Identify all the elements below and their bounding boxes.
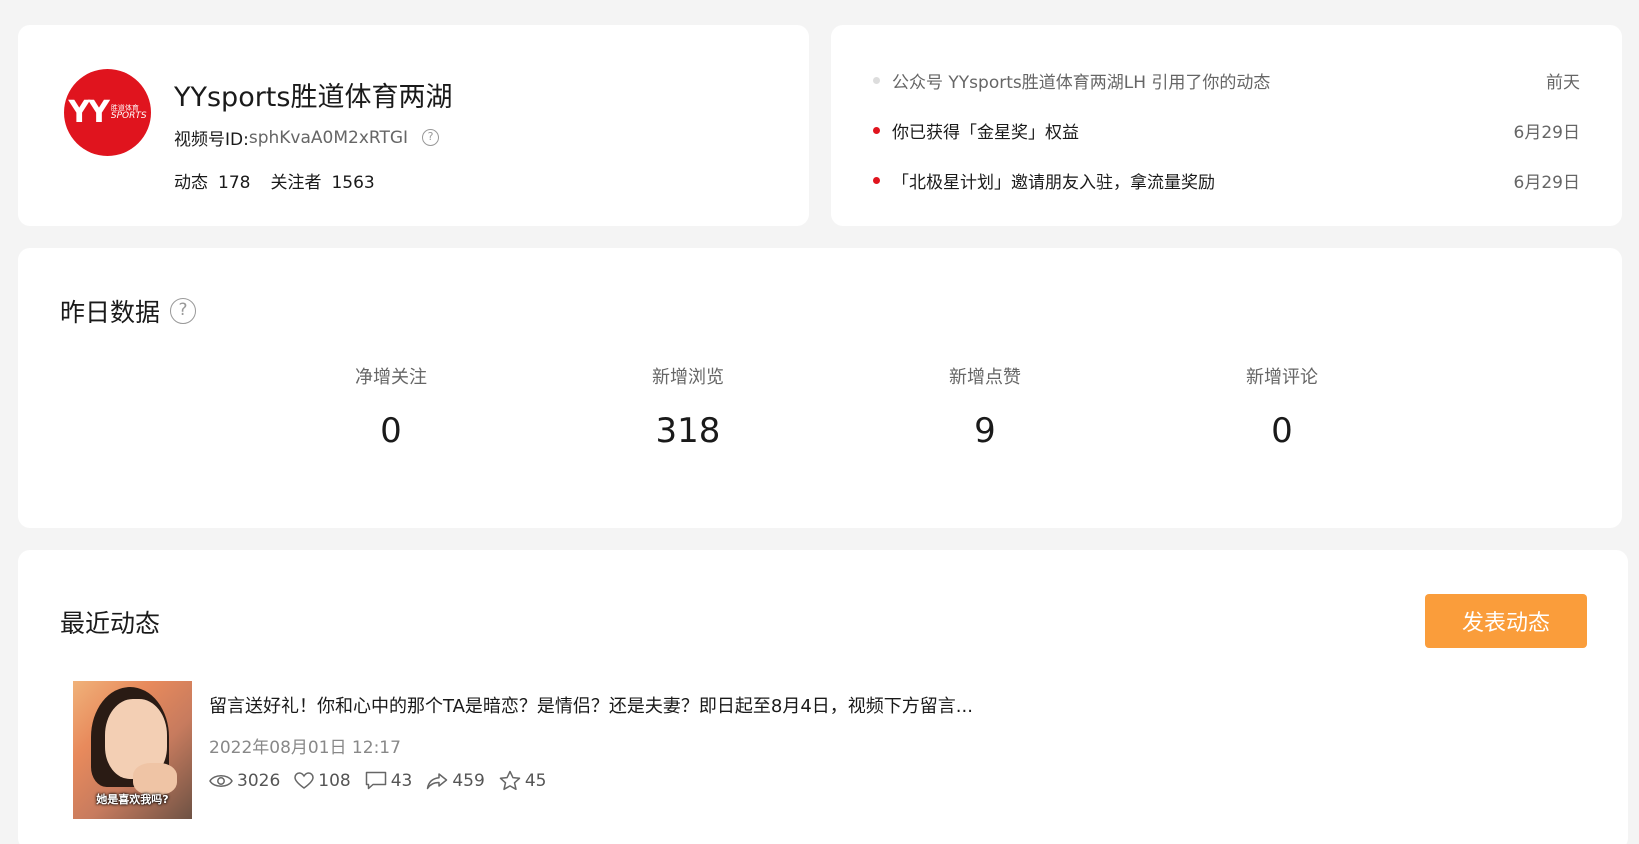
notification-time: 6月29日 (1513, 122, 1580, 143)
posts-label: 动态 (174, 173, 208, 193)
post-stats: 3026 108 43 459 45 (209, 770, 560, 791)
read-dot-icon (873, 76, 880, 84)
comments-stat: 43 (365, 770, 413, 791)
yesterday-data-card: 昨日数据 ? 净增关注 0 新增浏览 318 新增点赞 9 新增评论 0 (18, 248, 1622, 528)
heart-icon (294, 771, 315, 789)
followers-count: 1563 (331, 173, 375, 193)
recent-posts-card: 最近动态 发表动态 她是喜欢我吗? 留言送好礼！你和心中的那个TA是暗恋？是情侣… (18, 550, 1628, 844)
likes-stat: 108 (294, 770, 351, 791)
shares-stat: 459 (426, 770, 485, 791)
notification-item[interactable]: 你已获得「金星奖」权益 6月29日 (873, 117, 1580, 143)
notification-text: 你已获得「金星奖」权益 (892, 122, 1079, 143)
post-thumbnail[interactable]: 她是喜欢我吗? (73, 681, 192, 819)
views-count: 3026 (237, 770, 281, 791)
views-stat: 3026 (209, 771, 280, 791)
favorites-count: 45 (524, 770, 547, 791)
avatar[interactable]: YY 胜道体育 SPORTS (64, 69, 151, 156)
comment-icon (365, 771, 386, 790)
metric-label: 净增关注 (355, 367, 427, 388)
favorites-stat: 45 (499, 770, 547, 791)
yesterday-data-title-text: 昨日数据 (60, 298, 161, 327)
account-id-label: 视频号ID: (174, 130, 249, 150)
likes-count: 108 (318, 770, 351, 791)
eye-icon (209, 774, 233, 787)
post-text[interactable]: 留言送好礼！你和心中的那个TA是暗恋？是情侣？还是夫妻？即日起至8月4日，视频下… (209, 692, 973, 718)
notification-text: 「北极星计划」邀请朋友入驻，拿流量奖励 (892, 172, 1215, 193)
publish-post-button[interactable]: 发表动态 (1425, 594, 1587, 648)
post-date: 2022年08月01日 12:17 (209, 738, 401, 758)
unread-dot-icon (873, 126, 880, 134)
avatar-logo-sub2: SPORTS (110, 110, 147, 121)
metric-label: 新增评论 (1246, 367, 1318, 388)
metric-label: 新增点赞 (949, 367, 1021, 388)
comments-count: 43 (390, 770, 413, 791)
account-id-value: sphKvaA0M2xRTGI (248, 127, 409, 148)
shares-count: 459 (452, 770, 485, 791)
posts-count: 178 (218, 173, 251, 193)
notifications-card: 公众号 YYsports胜道体育两湖LH 引用了你的动态 前天 你已获得「金星奖… (831, 25, 1622, 226)
metric-new-views: 新增浏览 318 (588, 363, 788, 451)
help-icon[interactable]: ? (422, 129, 440, 146)
account-name: YYsports胜道体育两湖 (174, 82, 453, 113)
notification-item[interactable]: 「北极星计划」邀请朋友入驻，拿流量奖励 6月29日 (873, 167, 1580, 193)
avatar-logo-text: YY (68, 94, 109, 130)
metric-value: 9 (974, 411, 996, 451)
notification-time: 前天 (1546, 72, 1580, 93)
account-stats: 动态 178 关注者 1563 (174, 168, 375, 193)
metric-net-followers: 净增关注 0 (291, 363, 491, 451)
metric-value: 318 (655, 411, 721, 451)
notification-time: 6月29日 (1513, 172, 1580, 193)
unread-dot-icon (873, 176, 880, 184)
metric-label: 新增浏览 (652, 367, 724, 388)
account-id: 视频号ID: sphKvaA0M2xRTGI ? (174, 125, 440, 150)
yesterday-data-title: 昨日数据 ? (60, 293, 197, 329)
notification-text: 公众号 YYsports胜道体育两湖LH 引用了你的动态 (892, 72, 1271, 93)
recent-posts-title: 最近动态 (60, 609, 161, 638)
thumbnail-caption: 她是喜欢我吗? (96, 793, 169, 806)
metric-value: 0 (1271, 411, 1293, 451)
metric-value: 0 (380, 411, 402, 451)
followers-label: 关注者 (270, 173, 322, 193)
avatar-logo-sub: 胜道体育 SPORTS (110, 104, 147, 121)
share-icon (427, 772, 448, 789)
profile-card: YY 胜道体育 SPORTS YYsports胜道体育两湖 视频号ID: sph… (18, 25, 809, 226)
help-icon[interactable]: ? (170, 298, 197, 324)
metric-new-likes: 新增点赞 9 (885, 363, 1085, 451)
star-icon (499, 770, 521, 791)
metric-new-comments: 新增评论 0 (1182, 363, 1382, 451)
notification-item[interactable]: 公众号 YYsports胜道体育两湖LH 引用了你的动态 前天 (873, 67, 1580, 93)
